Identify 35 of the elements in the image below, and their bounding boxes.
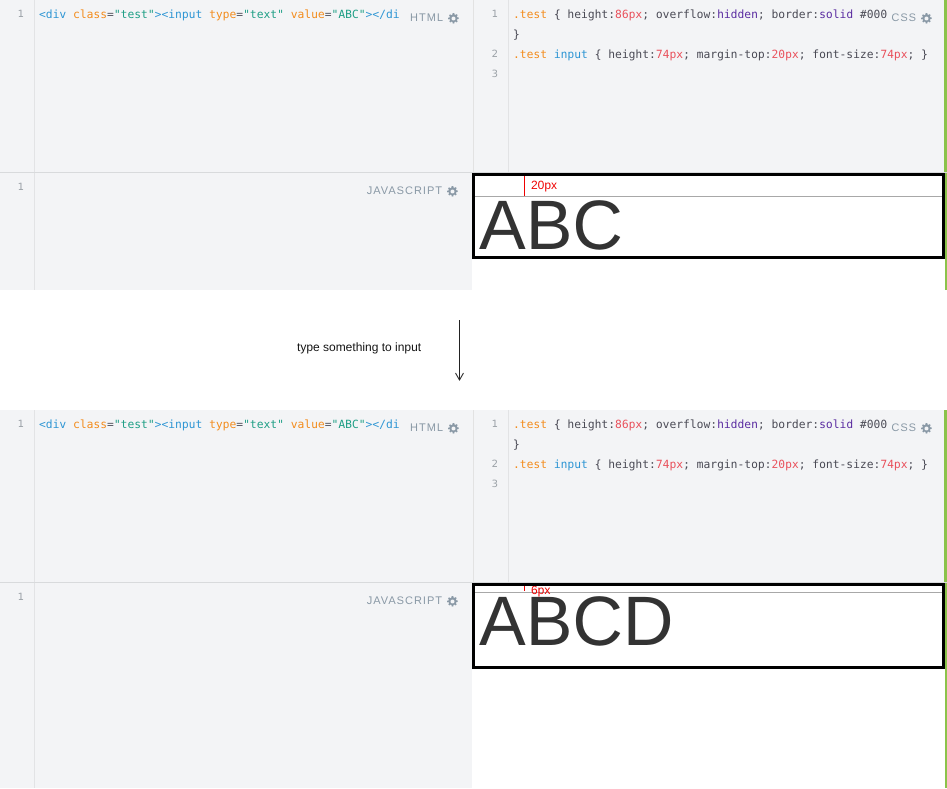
settings-icon[interactable] — [921, 12, 932, 24]
editor-label: CSS — [891, 12, 917, 24]
line-number: 3 — [492, 69, 498, 80]
code-line: } — [513, 28, 520, 41]
code-line: .test { height:86px; overflow:hidden; border:solid #000 — [513, 8, 888, 21]
code-line: .test input { height:74px; margin-top:20px; font-size:74px; } — [513, 458, 928, 471]
settings-icon[interactable] — [921, 422, 932, 434]
down-arrow-icon — [455, 320, 464, 381]
line-number: 2 — [492, 459, 498, 470]
marker-line — [524, 176, 525, 196]
editor-label: JAVASCRIPT — [366, 595, 443, 607]
line-number: 1 — [18, 419, 24, 430]
line-number: 3 — [492, 479, 498, 490]
line-number: 1 — [492, 9, 498, 20]
line-number: 2 — [492, 49, 498, 60]
caption: type something to input — [297, 340, 422, 354]
margin-label: 20px — [531, 178, 558, 192]
editor-label: HTML — [410, 12, 444, 24]
settings-icon[interactable] — [447, 596, 458, 606]
code-line: .test input { height:74px; margin-top:20px; font-size:74px; } — [513, 48, 928, 61]
editor-label: CSS — [891, 422, 917, 434]
code-line: .test { height:86px; overflow:hidden; border:solid #000 — [513, 418, 888, 431]
line-number: 1 — [18, 9, 24, 20]
line-number: 1 — [18, 182, 24, 193]
code-line: <div class="test"><input type="text" value="ABC"></di — [39, 418, 400, 431]
line-number: 1 — [18, 592, 24, 603]
settings-icon[interactable] — [447, 186, 458, 196]
settings-icon[interactable] — [448, 12, 459, 24]
line-number: 1 — [492, 419, 498, 430]
editor-label: HTML — [410, 422, 444, 434]
code-line: <div class="test"><input type="text" value="ABC"></di — [39, 8, 400, 21]
editor-label: JAVASCRIPT — [366, 185, 443, 197]
text-input[interactable]: ABC — [475, 196, 942, 253]
settings-icon[interactable] — [448, 422, 459, 434]
code-line: } — [513, 438, 520, 451]
